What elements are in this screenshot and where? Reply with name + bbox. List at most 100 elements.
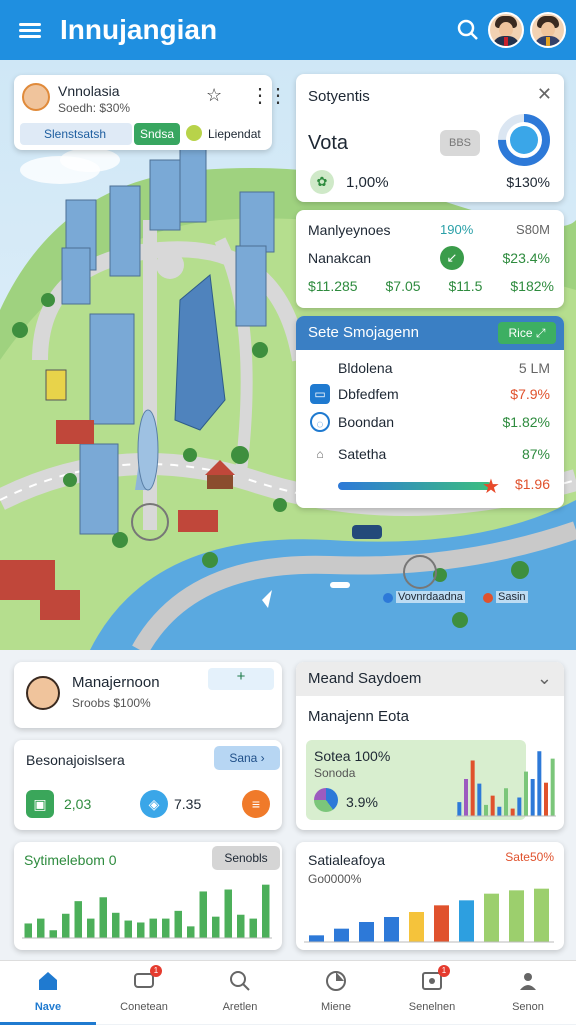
list-row-value: $1.82% (502, 414, 550, 430)
chart-bar (224, 889, 232, 938)
chart-bar (37, 918, 45, 938)
list-row-label: Boondan (338, 414, 395, 430)
top-app-bar: Innujangian (0, 0, 576, 60)
location-avatar (22, 83, 50, 111)
map-label-2: Sasin (496, 591, 528, 603)
progress-bar (338, 482, 492, 490)
chart-bar (74, 901, 82, 938)
nav-item-search[interactable]: Aretlen (192, 961, 288, 1025)
chart-bar (49, 930, 57, 938)
summary-header: Meand Saydoem (296, 662, 564, 696)
total-big-label: Vota (308, 132, 349, 154)
list-row[interactable]: ⌂ Satetha 87% (310, 444, 550, 466)
manage-label-2: Nanakcan (308, 250, 372, 266)
stat-value-2: 7.35 (174, 796, 202, 812)
tag-chip-2[interactable]: Sndsa (134, 123, 180, 145)
chart-bar (62, 913, 70, 938)
nav-label: Aretlen (222, 1001, 258, 1013)
location-subtitle: Soedh: $30% (58, 101, 131, 115)
manage-value-1b: S80M (516, 222, 550, 237)
chart-bar (530, 778, 535, 816)
leaf-icon: ↙ (440, 246, 464, 270)
summary-bar-chart (456, 751, 556, 817)
nav-item-chat[interactable]: 1 Conetean (96, 961, 192, 1025)
profile-card[interactable]: Manajernoon Sroobs $100% + (14, 662, 282, 728)
nav-label: Senon (512, 1001, 544, 1013)
chevron-down-icon[interactable]: ⌄ (537, 668, 552, 689)
summary-box-value: 3.9% (346, 794, 378, 810)
manage-label-1: Manlyeynoes (308, 222, 391, 238)
manage-values-row: $11.285 $7.05 $11.5 $182% (308, 278, 554, 294)
list-card-header-button[interactable]: Rice ⤢ (498, 322, 556, 344)
total-card[interactable]: Sotyentis ✕ Vota BBS ✿ 1,00% $130% (296, 74, 564, 202)
nav-item-chart[interactable]: Miene (288, 961, 384, 1025)
app-title: Innujangian (60, 14, 218, 45)
total-card-title: Sotyentis (308, 88, 370, 105)
progress-value: $1.96 (514, 476, 550, 492)
summary-subtitle: Manajenn Eota (308, 708, 409, 725)
growth-chart-right-label: Sate50% (505, 850, 554, 864)
manage-value-2: $23.4% (502, 250, 550, 266)
chart-bar (237, 914, 245, 938)
total-percent: 1,00% (346, 174, 389, 191)
chart-bar (509, 890, 524, 942)
chart-bar (517, 797, 522, 816)
manage-row-value: $11.5 (448, 278, 483, 294)
chart-bar (537, 751, 542, 816)
stat-value-1: 2,03 (64, 796, 92, 812)
list-icon[interactable]: ≡ (242, 790, 270, 818)
manage-card[interactable]: Manlyeynoes 190% S80M Nanakcan ↙ $23.4% … (296, 210, 564, 308)
list-row-label: Bldolena (338, 360, 393, 376)
profile-icon (520, 973, 536, 990)
add-button[interactable]: + (208, 668, 274, 690)
activity-chart-card[interactable]: Sytimelebom 0 Senobls (14, 842, 282, 950)
chart-bar (497, 806, 502, 816)
growth-chart-title: Satialeafoya (308, 852, 386, 868)
user-avatar-secondary[interactable] (530, 12, 566, 48)
gauge-chart (498, 114, 550, 166)
tag-chip-3[interactable]: Liependat (186, 127, 261, 141)
list-row[interactable]: ▭ Dbfedfem $7.9% (310, 384, 550, 406)
list-row[interactable]: ◌ Boondan $1.82% (310, 412, 550, 434)
chart-icon (326, 971, 346, 991)
stats-button[interactable]: Sana › (214, 746, 280, 770)
stats-card[interactable]: Besonajoislsera Sana › ▣ 2,03 ◈ 7.35 ≡ (14, 740, 282, 830)
manage-row-value: $182% (510, 278, 554, 294)
search-button[interactable] (448, 10, 488, 50)
chart-bar (504, 788, 508, 816)
chart-bar (174, 910, 182, 938)
summary-card[interactable]: Meand Saydoem ⌄ Manajenn Eota Sotea 100%… (296, 662, 564, 830)
close-icon[interactable]: ✕ (537, 84, 552, 105)
card-icon: ▭ (310, 384, 330, 404)
list-row-value: 87% (521, 446, 550, 462)
chart-bar (477, 783, 482, 816)
total-pill[interactable]: BBS (440, 130, 480, 156)
chart-bar (199, 891, 207, 938)
tag-chip-1[interactable]: Slenstsatsh (20, 123, 132, 145)
list-card[interactable]: Sete Smojagenn Rice ⤢ Bldolena 5 LM ▭ Db… (296, 316, 564, 508)
bottom-navigation: Nave 1 Conetean Aretlen Miene 1 Senelnen… (0, 960, 576, 1025)
list-row[interactable]: Bldolena 5 LM (310, 358, 550, 380)
star-icon[interactable]: ☆ (206, 85, 222, 106)
chart-bar (124, 920, 132, 938)
tag-chip-2-label: Sndsa (139, 127, 175, 141)
menu-icon (19, 20, 41, 41)
chart-bar (262, 884, 270, 938)
list-row-value: 5 LM (518, 360, 550, 376)
chart-bar (212, 916, 220, 938)
more-icon[interactable]: ⋮⋮ (250, 83, 288, 108)
chart-bar (249, 918, 257, 938)
location-card[interactable]: Vnnolasia Soedh: $30% ☆ ⋮⋮ Slenstsatsh S… (14, 75, 288, 150)
menu-button[interactable] (0, 0, 60, 60)
nav-item-profile[interactable]: Senon (480, 961, 576, 1025)
manage-row-value: $7.05 (385, 278, 421, 294)
list-row-label: Dbfedfem (338, 386, 399, 402)
list-card-header-button-label: Rice (508, 326, 533, 340)
nav-item-home[interactable]: Nave (0, 961, 96, 1025)
nav-item-share[interactable]: 1 Senelnen (384, 961, 480, 1025)
notification-badge: 1 (438, 965, 450, 977)
map-label-1: Vovnrdaadna (396, 591, 465, 603)
growth-chart-card[interactable]: Satialeafoya Sate50% Go0000% (296, 842, 564, 950)
activity-chart-button[interactable]: Senobls (212, 846, 280, 870)
user-avatar[interactable] (488, 12, 524, 48)
